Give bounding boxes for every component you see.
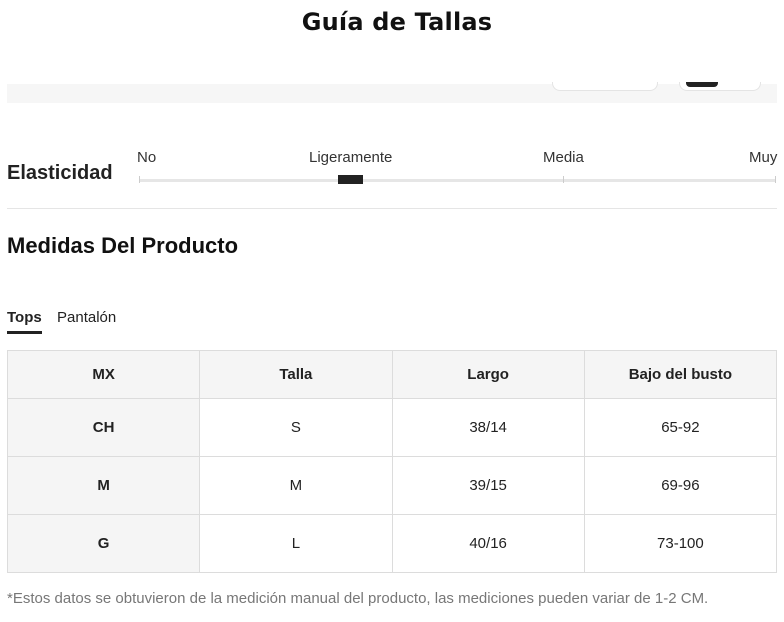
toggle-selected-indicator	[686, 82, 718, 87]
size-table: MX Talla Largo Bajo del busto CH S 38/14…	[6, 350, 778, 573]
table-cell: L	[199, 514, 393, 573]
scale-tick	[563, 176, 564, 183]
table-cell: G	[6, 514, 201, 573]
table-row: M M 39/15 69-96	[6, 456, 778, 515]
tab-tops[interactable]: Tops	[7, 309, 42, 326]
table-row: CH S 38/14 65-92	[6, 398, 778, 457]
measurement-footnote: *Estos datos se obtuvieron de la medició…	[7, 590, 709, 607]
toolbar-band	[7, 84, 777, 103]
table-cell: 39/15	[391, 456, 585, 515]
elasticity-level-medium: Media	[543, 149, 584, 166]
elasticity-level-no: No	[137, 149, 157, 166]
scale-tick	[139, 176, 140, 183]
table-header-row: MX Talla Largo Bajo del busto	[6, 350, 778, 399]
table-cell: 38/14	[391, 398, 585, 457]
product-measurements-title: Medidas Del Producto	[7, 233, 239, 258]
column-header-bajo-busto: Bajo del busto	[583, 350, 778, 399]
scale-tick	[775, 176, 776, 183]
table-row: G L 40/16 73-100	[6, 514, 778, 573]
unit-toggle-option[interactable]	[552, 82, 658, 91]
table-cell: CH	[6, 398, 201, 457]
table-cell: 40/16	[391, 514, 585, 573]
elasticity-level-slight: Ligeramente	[309, 149, 393, 166]
table-cell: S	[199, 398, 393, 457]
table-cell: 73-100	[583, 514, 778, 573]
elasticity-selected-marker	[338, 175, 363, 184]
table-cell: M	[6, 456, 201, 515]
active-tab-indicator	[7, 331, 42, 334]
elasticity-level-very: Muy	[749, 149, 778, 166]
elasticity-label: Elasticidad	[7, 162, 113, 184]
table-cell: 65-92	[583, 398, 778, 457]
column-header-talla: Talla	[199, 350, 393, 399]
page-title: Guía de Tallas	[301, 8, 493, 36]
table-cell: M	[199, 456, 393, 515]
column-header-mx: MX	[6, 350, 201, 399]
elasticity-scale-track	[139, 179, 776, 182]
column-header-largo: Largo	[391, 350, 585, 399]
section-divider	[7, 208, 777, 209]
tab-pantalon[interactable]: Pantalón	[57, 309, 116, 326]
table-cell: 69-96	[583, 456, 778, 515]
